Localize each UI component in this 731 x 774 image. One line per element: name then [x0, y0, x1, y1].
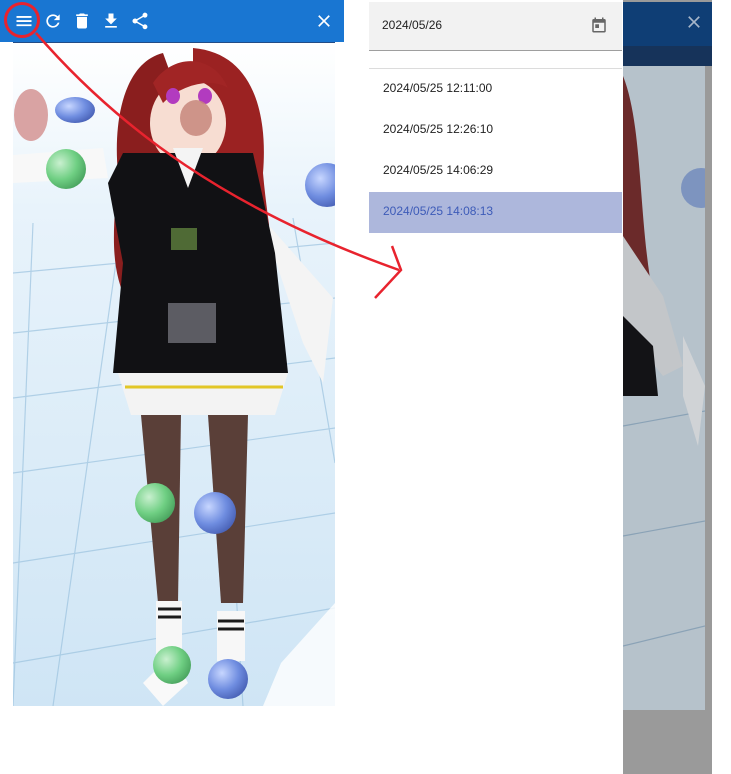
history-item-selected[interactable]: 2024/05/25 14:08:13: [369, 192, 622, 233]
history-item[interactable]: 2024/05/25 12:11:00: [369, 69, 622, 110]
delete-icon: [75, 13, 88, 29]
close-icon: [688, 16, 700, 28]
history-item[interactable]: 2024/05/25 14:06:29: [369, 151, 622, 192]
menu-icon: [16, 16, 31, 27]
history-list: 2024/05/25 12:11:00 2024/05/25 12:26:10 …: [369, 69, 622, 233]
history-item[interactable]: 2024/05/25 12:26:10: [369, 110, 622, 151]
calendar-button[interactable]: [590, 16, 608, 34]
close-icon: [317, 15, 330, 27]
date-picker-field[interactable]: 2024/05/26: [369, 2, 622, 51]
dimmed-viewport: [623, 66, 705, 710]
refresh-button[interactable]: [38, 0, 67, 42]
calendar-icon: [592, 17, 606, 33]
share-button[interactable]: [125, 0, 154, 42]
date-value: 2024/05/26: [382, 18, 443, 32]
refresh-icon: [45, 14, 60, 28]
dimmed-subbar: [623, 46, 712, 66]
history-drawer: 2024/05/26 2024/05/25 12:11:00 2024/05/2…: [369, 2, 622, 774]
top-toolbar: [0, 0, 344, 42]
dimmed-close-button[interactable]: [684, 12, 704, 32]
close-button[interactable]: [309, 0, 338, 42]
download-button[interactable]: [96, 0, 125, 42]
share-icon: [131, 12, 147, 30]
download-icon: [104, 13, 117, 28]
delete-button[interactable]: [67, 0, 96, 42]
menu-button[interactable]: [9, 0, 38, 42]
character-scene: [13, 43, 335, 706]
editor-panel: [0, 0, 344, 774]
dimmed-scene: [623, 66, 705, 710]
3d-viewport[interactable]: [13, 43, 335, 706]
